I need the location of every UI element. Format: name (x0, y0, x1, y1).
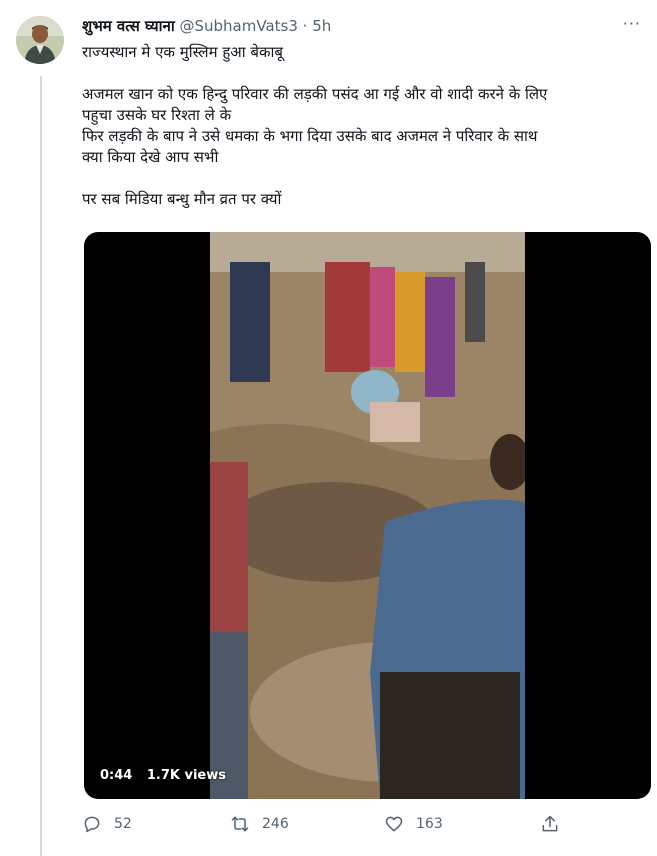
thread-line (40, 76, 42, 856)
retweet-count: 246 (262, 816, 289, 832)
tweet-header: शुभम वत्स घ्याना @SubhamVats3 · 5h (82, 16, 637, 38)
like-count: 163 (416, 816, 443, 832)
avatar[interactable] (16, 16, 64, 64)
tweet-text: राज्यस्थान मे एक मुस्लिम हुआ बेकाबू अजमल… (82, 42, 642, 210)
tweet-line: राज्यस्थान मे एक मुस्लिम हुआ बेकाबू (82, 43, 283, 61)
video-meta: 0:44 1.7K views (100, 768, 236, 783)
reply-button[interactable]: 52 (82, 814, 132, 834)
tweet-line: क्या किया देखे आप सभी (82, 148, 219, 166)
tweet-line: फिर लड़की के बाप ने उसे धमका के भगा दिया… (82, 127, 538, 145)
video-duration: 0:44 (100, 768, 133, 783)
video-still (210, 232, 525, 799)
reply-count: 52 (114, 816, 132, 832)
more-icon[interactable]: ··· (623, 14, 641, 33)
reply-icon (84, 816, 100, 833)
video-player[interactable]: 0:44 1.7K views (84, 232, 651, 799)
share-icon (542, 815, 558, 832)
like-icon (385, 816, 403, 832)
user-handle[interactable]: @SubhamVats3 (180, 17, 298, 35)
video-frame[interactable] (210, 232, 525, 799)
tweet-line: अजमल खान को एक हिन्दु परिवार की लड़की पस… (82, 85, 548, 103)
tweet-timestamp[interactable]: 5h (312, 17, 331, 35)
retweet-icon (231, 816, 249, 832)
tweet-line: पर सब मिडिया बन्धु मौन व्रत पर क्यों (82, 190, 282, 208)
display-name[interactable]: शुभम वत्स घ्याना (82, 17, 175, 35)
avatar-image (16, 16, 64, 64)
video-views: 1.7K views (146, 768, 226, 783)
tweet-line: पहुचा उसके घर रिश्ता ले के (82, 106, 232, 124)
tweet-actions: 52 246 163 (82, 814, 562, 838)
retweet-button[interactable]: 246 (230, 814, 289, 834)
separator-dot: · (302, 17, 308, 35)
share-button[interactable] (540, 814, 560, 834)
like-button[interactable]: 163 (384, 814, 443, 834)
